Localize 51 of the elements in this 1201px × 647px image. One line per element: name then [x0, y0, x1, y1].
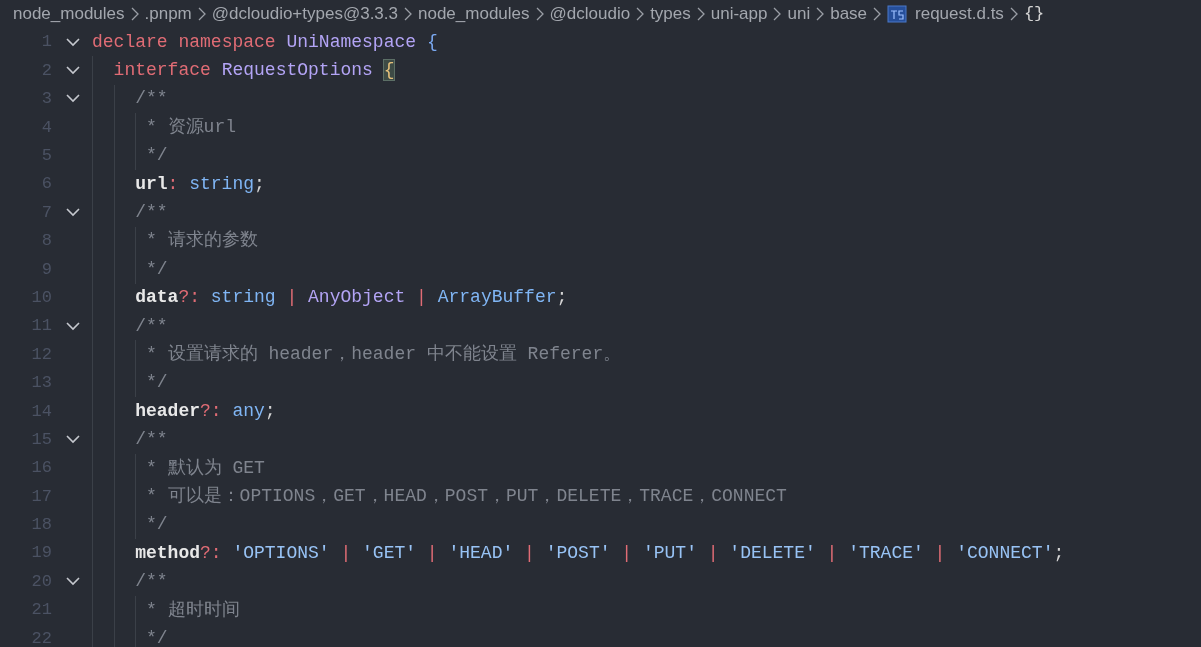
breadcrumb-item[interactable]: base: [830, 1, 868, 27]
chevron-right-icon: [535, 7, 544, 21]
breadcrumb-item[interactable]: @dcloudio+types@3.3.3: [211, 1, 398, 27]
comment-line: /**: [135, 570, 168, 594]
breadcrumb-item[interactable]: node_modules: [13, 1, 125, 27]
comment-line: /**: [135, 428, 168, 452]
fold-chevron-icon[interactable]: [66, 577, 80, 587]
code-line: method?: 'OPTIONS' | 'GET' | 'HEAD' | 'POST' | 'PUT' | 'DELETE' | 'TRACE' | 'CONNECT';: [135, 541, 1065, 565]
code-line: interface RequestOptions {: [113, 59, 395, 83]
symbol-breadcrumb[interactable]: {}: [1023, 1, 1045, 27]
comment-line: /**: [135, 201, 168, 225]
comment-line: * 资源url: [146, 115, 236, 139]
chevron-right-icon: [873, 7, 882, 21]
breadcrumb-item[interactable]: uni: [787, 1, 811, 27]
breadcrumb-item[interactable]: uni-app: [710, 1, 768, 27]
code-line: url: string;: [135, 172, 265, 196]
breadcrumb-item[interactable]: node_modules: [418, 1, 530, 27]
breadcrumb-item[interactable]: @dcloudio: [549, 1, 631, 27]
comment-line: * 设置请求的 header，header 中不能设置 Referer。: [146, 343, 622, 366]
code-line: header?: any;: [135, 399, 276, 423]
chevron-right-icon: [696, 7, 705, 21]
comment-line: */: [146, 626, 168, 647]
fold-chevron-icon[interactable]: [66, 94, 80, 104]
chevron-right-icon: [1009, 7, 1018, 21]
code-line: declare namespace UniNamespace {: [92, 30, 438, 54]
chevron-right-icon: [404, 7, 412, 21]
comment-line: */: [146, 144, 168, 168]
comment-line: * 超时时间: [146, 598, 240, 622]
chevron-right-icon: [816, 7, 825, 21]
code-line: data?: string | AnyObject | ArrayBuffer;: [135, 286, 568, 310]
comment-line: * 请求的参数: [146, 229, 258, 253]
comment-line: */: [146, 371, 168, 395]
typescript-file-icon: [887, 5, 908, 23]
comment-line: * 可以是：OPTIONS，GET，HEAD，POST，PUT，DELETE，TRACE，CONNECT: [146, 484, 787, 508]
breadcrumb-item[interactable]: types: [650, 1, 691, 27]
chevron-right-icon: [773, 7, 782, 21]
fold-chevron-icon[interactable]: [66, 37, 80, 47]
comment-line: * 默认为 GET: [146, 456, 265, 480]
fold-chevron-icon[interactable]: [66, 208, 80, 218]
comment-line: /**: [135, 314, 168, 338]
comment-line: */: [146, 257, 168, 281]
fold-chevron-icon[interactable]: [66, 321, 80, 331]
comment-line: */: [146, 513, 168, 537]
fold-chevron-icon[interactable]: [66, 66, 80, 76]
breadcrumb-item[interactable]: request.d.ts: [915, 1, 1004, 27]
chevron-right-icon: [197, 7, 206, 21]
fold-chevron-icon[interactable]: [66, 435, 80, 445]
comment-line: /**: [135, 87, 168, 111]
chevron-right-icon: [636, 7, 645, 21]
breadcrumb-item[interactable]: .pnpm: [144, 1, 192, 27]
chevron-right-icon: [130, 7, 139, 21]
